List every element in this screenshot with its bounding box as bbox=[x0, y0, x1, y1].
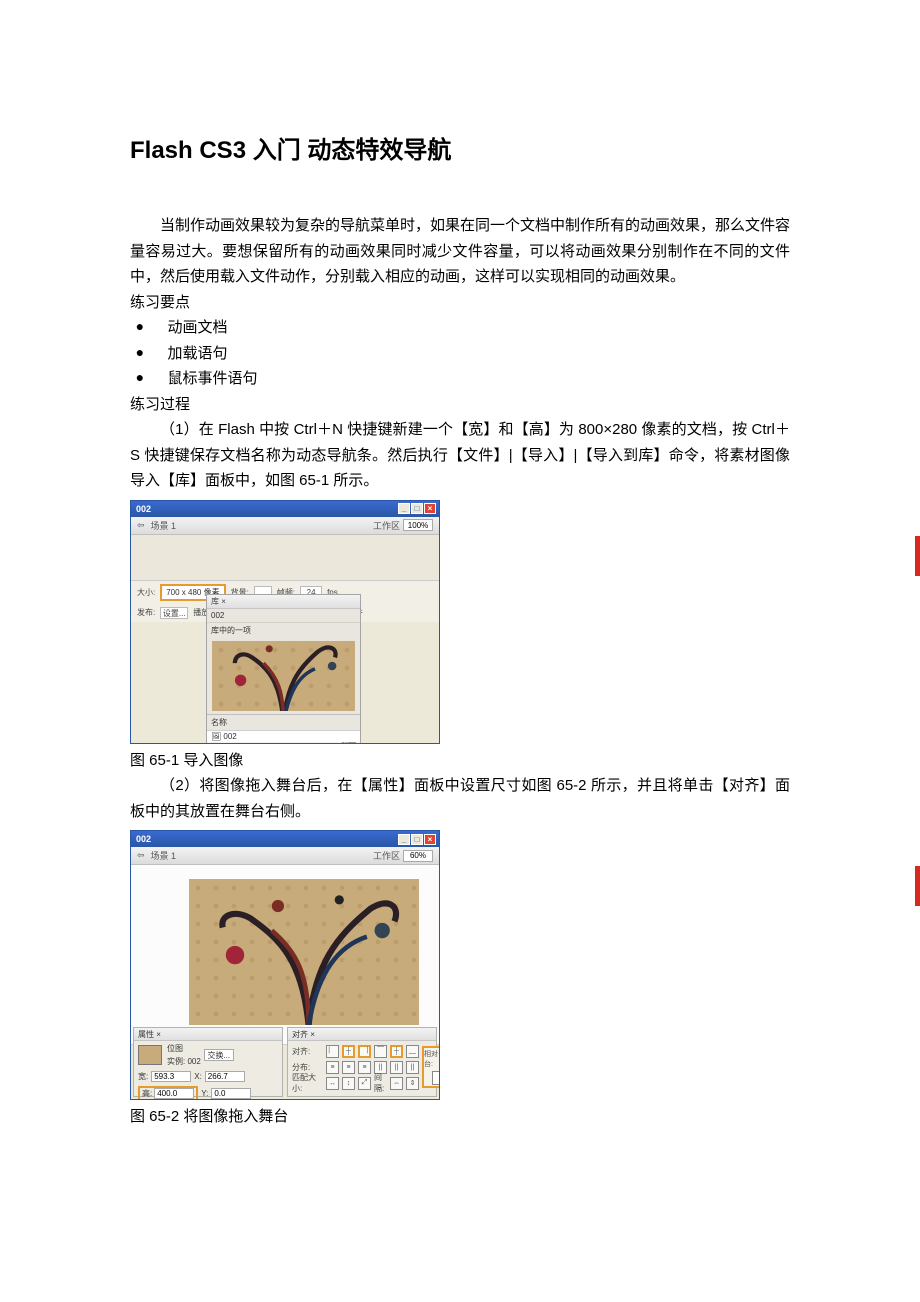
bitmap-thumbnail bbox=[138, 1045, 162, 1065]
dist-hcenter-icon[interactable]: || bbox=[390, 1061, 403, 1074]
minimize-button[interactable]: _ bbox=[398, 834, 410, 845]
close-button[interactable]: × bbox=[424, 834, 436, 845]
document-page: Flash CS3 入门 动态特效导航 当制作动画效果较为复杂的导航菜单时，如果… bbox=[0, 0, 920, 1130]
publish-label: 发布: bbox=[137, 607, 155, 618]
bitmap-label: 位图 bbox=[167, 1044, 183, 1053]
align-panel: 对齐 × 对齐: ⎸ ┼ ⎹ ⎺ ┼ ⎽ 相对于舞台: 分布: ≡ ≡ bbox=[287, 1027, 437, 1097]
key-points-list: 动画文档 加载语句 鼠标事件语句 bbox=[130, 315, 790, 392]
key-points-heading: 练习要点 bbox=[130, 290, 790, 316]
align-top-icon[interactable]: ⎺ bbox=[374, 1045, 387, 1058]
x-label: X: bbox=[194, 1072, 202, 1081]
side-mark-2 bbox=[915, 866, 920, 906]
properties-panel: 属性 × 位图 实例: 002 交换... 宽: X: bbox=[133, 1027, 283, 1097]
maximize-button[interactable]: □ bbox=[411, 503, 423, 514]
instance-label: 实例: 002 bbox=[167, 1056, 201, 1067]
minimize-button[interactable]: _ bbox=[398, 503, 410, 514]
library-panel-header[interactable]: 库 × bbox=[207, 595, 360, 609]
workspace-label[interactable]: 工作区 bbox=[373, 849, 400, 862]
match-height-icon[interactable]: ↕ bbox=[342, 1077, 355, 1090]
window-title: 002 bbox=[136, 834, 151, 844]
stage-area bbox=[131, 865, 439, 1045]
page-title: Flash CS3 入门 动态特效导航 bbox=[130, 130, 790, 165]
list-item: 加载语句 bbox=[130, 341, 790, 367]
step-2-text: （2）将图像拖入舞台后，在【属性】面板中设置尺寸如图 65-2 所示，并且将单击… bbox=[130, 773, 790, 824]
side-mark-1 bbox=[915, 536, 920, 576]
column-name[interactable]: 名称 bbox=[211, 717, 227, 728]
close-button[interactable]: × bbox=[424, 503, 436, 514]
space-v-icon[interactable]: ⇕ bbox=[406, 1077, 419, 1090]
stage-area bbox=[131, 535, 439, 581]
to-stage-button[interactable]: 相对于舞台: bbox=[422, 1046, 440, 1088]
height-field[interactable] bbox=[154, 1088, 194, 1099]
figure-1-screenshot: 002 _ □ × ⇦ 场景 1 工作区 大小: 700 x 480 像素 背景… bbox=[130, 500, 440, 744]
properties-header[interactable]: 属性 × bbox=[134, 1028, 282, 1041]
scene-toolbar: ⇦ 场景 1 工作区 bbox=[131, 517, 439, 535]
back-icon[interactable]: ⇦ bbox=[137, 850, 145, 861]
align-right-icon[interactable]: ⎹ bbox=[358, 1045, 371, 1058]
library-doc-name[interactable]: 002 bbox=[207, 609, 360, 623]
scene-toolbar: ⇦ 场景 1 工作区 bbox=[131, 847, 439, 865]
width-field[interactable] bbox=[151, 1071, 191, 1082]
zoom-field[interactable] bbox=[403, 519, 433, 531]
width-label: 宽: bbox=[138, 1071, 148, 1082]
library-list-header: 名称 bbox=[207, 714, 360, 730]
list-item: 鼠标事件语句 bbox=[130, 366, 790, 392]
artwork-swirl bbox=[189, 879, 419, 1025]
align-vcenter-icon[interactable]: ┼ bbox=[390, 1045, 403, 1058]
scene-label[interactable]: 场景 1 bbox=[151, 849, 177, 862]
bottom-panels: 属性 × 位图 实例: 002 交换... 宽: X: bbox=[131, 1027, 439, 1099]
step-1-text: （1）在 Flash 中按 Ctrl＋N 快捷键新建一个【宽】和【高】为 800… bbox=[130, 417, 790, 494]
figure-2-screenshot: 002 _ □ × ⇦ 场景 1 工作区 bbox=[130, 830, 440, 1100]
process-heading: 练习过程 bbox=[130, 392, 790, 418]
window-titlebar: 002 _ □ × bbox=[131, 831, 439, 847]
library-footer: 使用 bbox=[207, 742, 360, 744]
settings-button[interactable]: 设置... bbox=[160, 607, 188, 619]
dist-top-icon[interactable]: ≡ bbox=[326, 1061, 339, 1074]
dist-bottom-icon[interactable]: ≡ bbox=[358, 1061, 371, 1074]
space-h-icon[interactable]: ⇔ bbox=[390, 1077, 403, 1090]
library-item[interactable]: 🖼 002 bbox=[207, 730, 360, 742]
library-panel: 库 × 002 库中的一项 名称 bbox=[206, 594, 361, 744]
scene-label[interactable]: 场景 1 bbox=[151, 519, 177, 532]
align-hcenter-icon[interactable]: ┼ bbox=[342, 1045, 355, 1058]
stage-canvas[interactable] bbox=[189, 879, 419, 1025]
x-field[interactable] bbox=[205, 1071, 245, 1082]
workspace-label[interactable]: 工作区 bbox=[373, 519, 400, 532]
match-width-icon[interactable]: ↔ bbox=[326, 1077, 339, 1090]
window-buttons: _ □ × bbox=[398, 503, 436, 514]
window-buttons: _ □ × bbox=[398, 834, 436, 845]
align-header[interactable]: 对齐 × bbox=[288, 1028, 436, 1041]
match-row-label: 匹配大小: bbox=[292, 1072, 324, 1094]
stage-icon bbox=[432, 1071, 440, 1085]
window-title: 002 bbox=[136, 504, 151, 514]
intro-paragraph: 当制作动画效果较为复杂的导航菜单时，如果在同一个文档中制作所有的动画效果，那么文… bbox=[130, 213, 790, 290]
y-field[interactable] bbox=[211, 1088, 251, 1099]
figure-2-caption: 图 65-2 将图像拖入舞台 bbox=[130, 1104, 790, 1130]
list-item: 动画文档 bbox=[130, 315, 790, 341]
maximize-button[interactable]: □ bbox=[411, 834, 423, 845]
height-highlight: 高: bbox=[138, 1086, 198, 1100]
library-use-button[interactable]: 使用 bbox=[342, 742, 356, 744]
dist-vcenter-icon[interactable]: ≡ bbox=[342, 1061, 355, 1074]
align-bottom-icon[interactable]: ⎽ bbox=[406, 1045, 419, 1058]
y-label: Y: bbox=[201, 1089, 208, 1098]
library-meta: 库中的一项 bbox=[207, 623, 360, 638]
library-preview bbox=[212, 641, 355, 711]
align-row-label: 对齐: bbox=[292, 1046, 324, 1057]
back-icon[interactable]: ⇦ bbox=[137, 520, 145, 531]
window-titlebar: 002 _ □ × bbox=[131, 501, 439, 517]
align-left-icon[interactable]: ⎸ bbox=[326, 1045, 339, 1058]
size-label: 大小: bbox=[137, 587, 155, 598]
figure-1-caption: 图 65-1 导入图像 bbox=[130, 748, 790, 774]
space-label: 间隔: bbox=[374, 1072, 388, 1094]
height-label: 高: bbox=[142, 1088, 152, 1099]
artwork-swirl bbox=[212, 641, 355, 711]
swap-button[interactable]: 交换... bbox=[204, 1049, 234, 1061]
match-both-icon[interactable]: ⤢ bbox=[358, 1077, 371, 1090]
dist-right-icon[interactable]: || bbox=[406, 1061, 419, 1074]
zoom-field[interactable] bbox=[403, 850, 433, 862]
distribute-row-label: 分布: bbox=[292, 1062, 324, 1073]
